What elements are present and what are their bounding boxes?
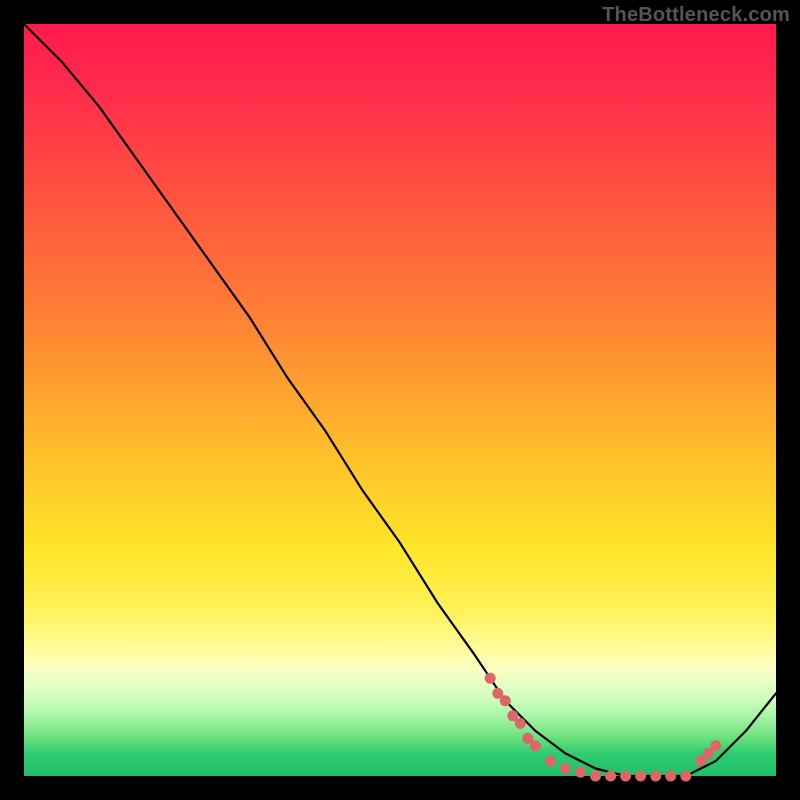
data-marker [515,718,526,729]
data-marker [500,695,511,706]
data-marker [620,771,631,782]
data-marker [665,771,676,782]
plot-gradient-area [24,24,776,776]
data-marker [590,771,601,782]
watermark-text: TheBottleneck.com [602,4,790,27]
data-marker [560,763,571,774]
data-marker [545,756,556,767]
data-markers [485,673,722,782]
data-marker [710,740,721,751]
chart-svg [24,24,776,776]
data-marker [530,740,541,751]
data-marker [650,771,661,782]
bottleneck-curve [24,24,776,776]
data-marker [575,767,586,778]
data-marker [485,673,496,684]
chart-frame: TheBottleneck.com [0,0,800,800]
data-marker [605,771,616,782]
data-marker [680,771,691,782]
data-marker [635,771,646,782]
